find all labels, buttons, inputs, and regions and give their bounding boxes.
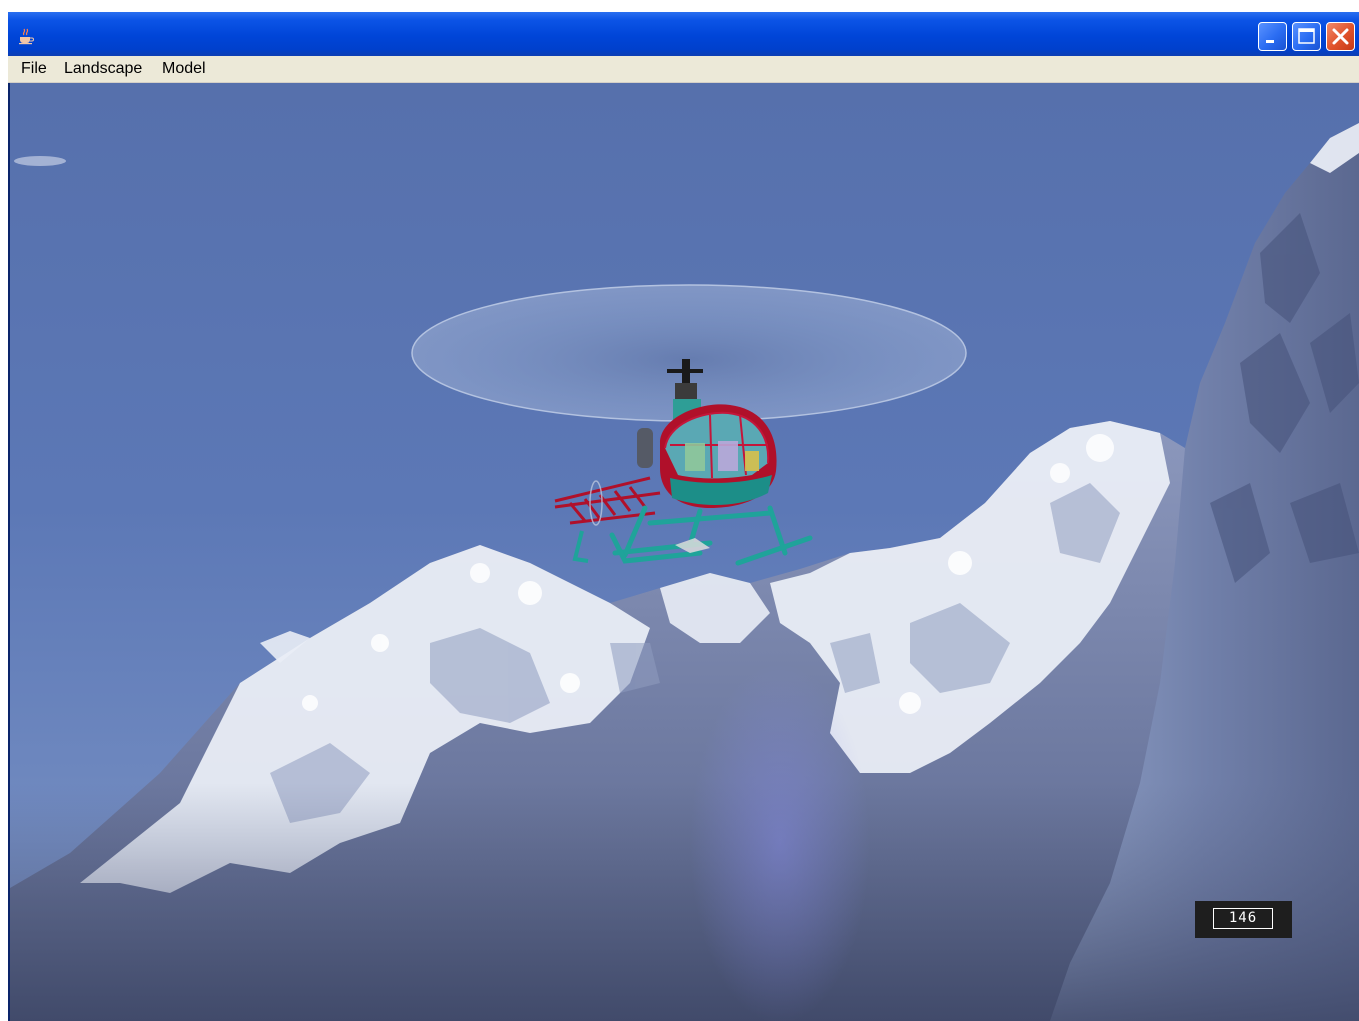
close-icon	[1332, 28, 1349, 45]
menu-model[interactable]: Model	[160, 60, 208, 78]
scene-render	[10, 83, 1359, 1021]
menu-bar: File Landscape Model	[8, 56, 1359, 83]
title-bar[interactable]	[8, 12, 1359, 56]
maximize-icon	[1298, 28, 1315, 44]
downwash-glow	[690, 663, 870, 1021]
java-cup-icon	[19, 28, 34, 45]
minimize-icon	[1266, 40, 1274, 43]
menu-landscape[interactable]: Landscape	[62, 60, 144, 78]
frame-counter-panel: 146	[1195, 901, 1292, 938]
cloud	[14, 156, 66, 166]
maximize-button[interactable]	[1292, 22, 1321, 51]
frame-counter-value: 146	[1213, 908, 1273, 929]
engine	[637, 428, 653, 468]
minimize-button[interactable]	[1258, 22, 1287, 51]
close-button[interactable]	[1326, 22, 1355, 51]
menu-file[interactable]: File	[19, 60, 49, 78]
app-window: File Landscape Model 146	[8, 12, 1359, 1021]
valley-shadow	[10, 783, 1359, 1021]
3d-viewport[interactable]: 146	[10, 83, 1359, 1021]
